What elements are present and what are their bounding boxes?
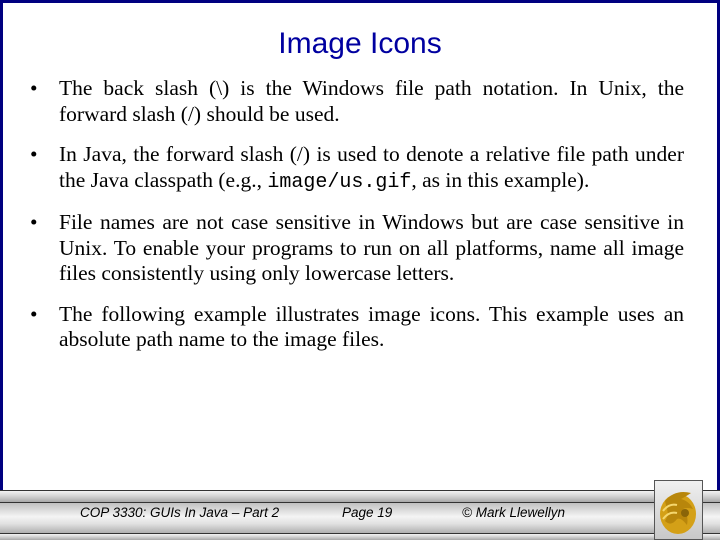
bullet-list: • The back slash (\) is the Windows file… — [30, 76, 684, 368]
bullet-text: The back slash (\) is the Windows file p… — [59, 76, 684, 126]
bullet-marker: • — [30, 76, 38, 100]
footer-copyright: © Mark Llewellyn — [462, 505, 565, 520]
bullet-text: File names are not case sensitive in Win… — [59, 210, 684, 285]
bullet-item: • File names are not case sensitive in W… — [30, 210, 684, 287]
bullet-item: • The following example illustrates imag… — [30, 302, 684, 353]
bullet-text: , as in this example). — [411, 167, 590, 192]
footer-stripe-bottom — [0, 533, 720, 540]
bullet-item: • In Java, the forward slash (/) is used… — [30, 142, 684, 195]
slide-title: Image Icons — [278, 27, 442, 60]
logo-box — [654, 480, 703, 540]
footer-page-number: Page 19 — [342, 505, 393, 520]
bullet-text: The following example illustrates image … — [59, 301, 684, 352]
footer-stripe-top — [0, 490, 720, 502]
code-path: image/us.gif — [267, 170, 412, 194]
bullet-marker: • — [30, 301, 38, 326]
pegasus-logo-icon — [660, 492, 696, 534]
bullet-marker: • — [30, 142, 38, 166]
footer-course: COP 3330: GUIs In Java – Part 2 — [80, 505, 280, 520]
footer-bar: COP 3330: GUIs In Java – Part 2 Page 19 … — [0, 490, 720, 540]
bullet-marker: • — [30, 210, 38, 234]
bullet-item: • The back slash (\) is the Windows file… — [30, 76, 684, 127]
